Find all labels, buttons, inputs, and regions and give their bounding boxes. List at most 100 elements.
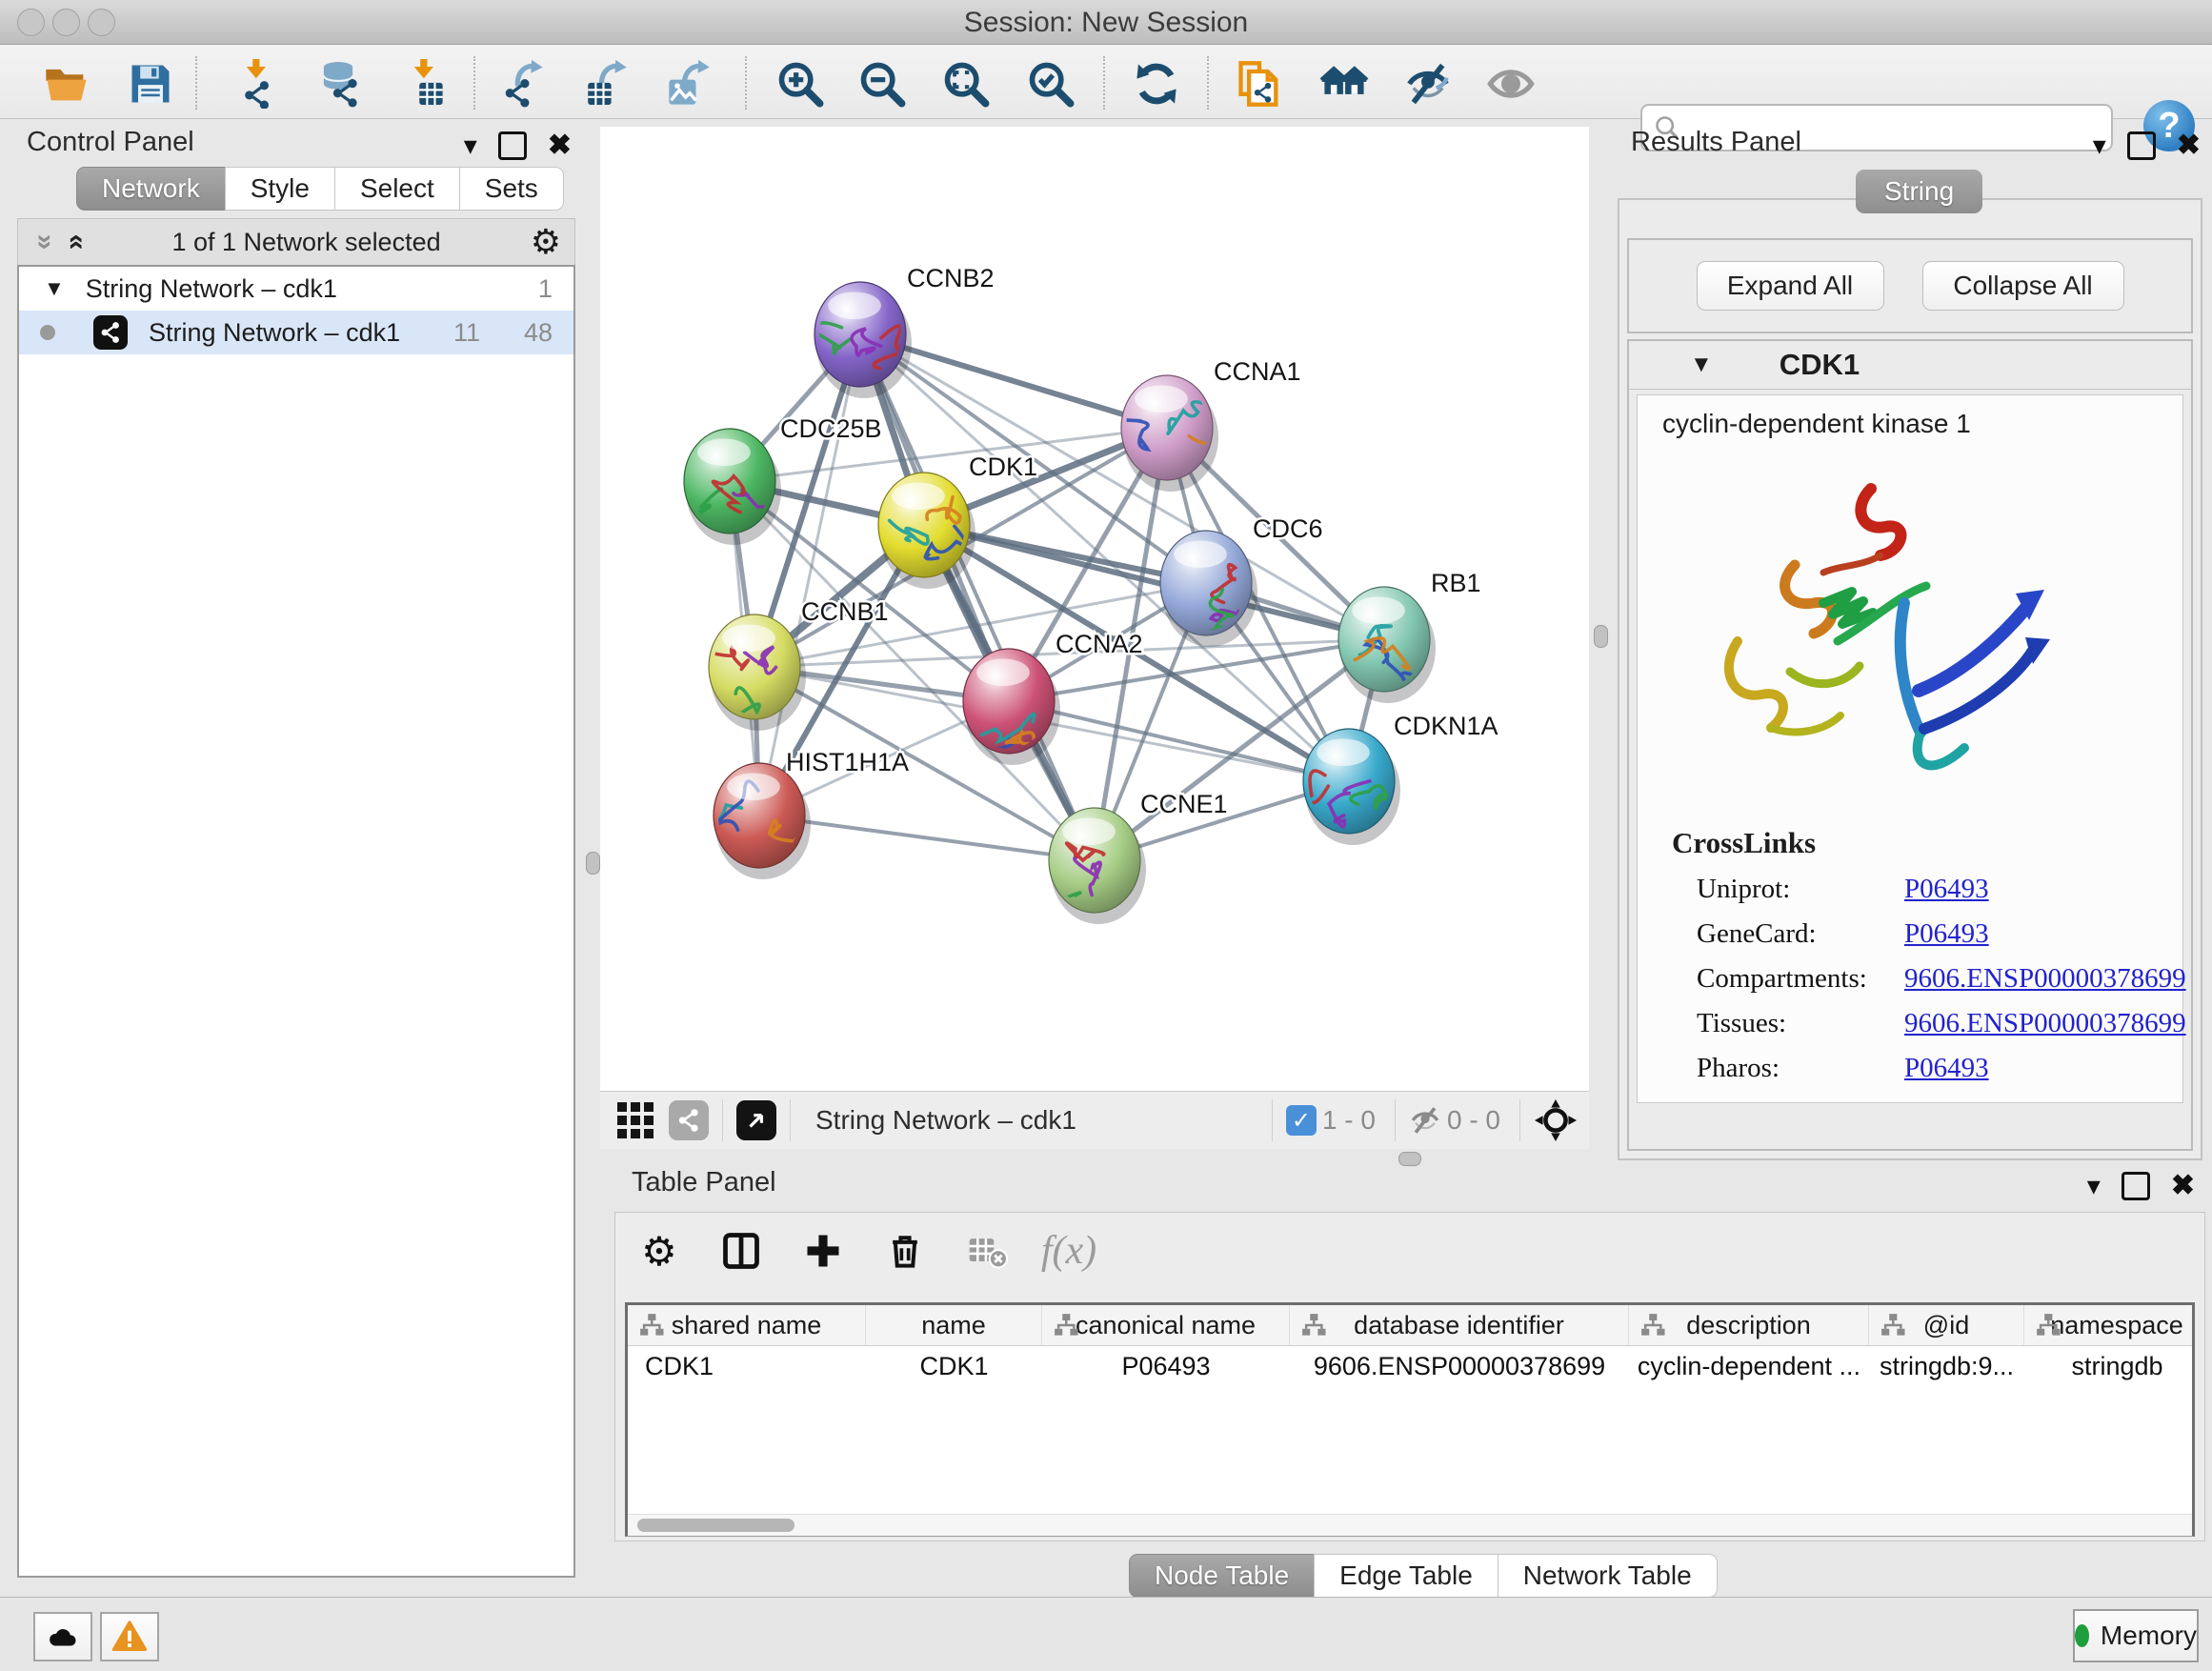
scrollbar-thumb[interactable] — [637, 1519, 794, 1532]
gene-card-header[interactable]: ▼ CDK1 — [1629, 341, 2191, 390]
expand-all-icon[interactable]: » — [58, 234, 90, 251]
crosslinks-section: CrossLinks Uniprot:P06493GeneCard:P06493… — [1672, 826, 2186, 1084]
create-column-icon[interactable] — [798, 1226, 848, 1276]
column-header-namespace[interactable]: namespace — [2024, 1305, 2195, 1345]
node-table: shared namenamecanonical namedatabase id… — [625, 1302, 2195, 1537]
hidden-count-icon[interactable] — [1409, 1104, 1441, 1137]
table-cell[interactable]: cyclin-dependent ... — [1629, 1346, 1869, 1386]
table-options-gear-icon[interactable]: ⚙ — [634, 1226, 684, 1276]
birds-eye-view-icon[interactable] — [617, 1102, 654, 1138]
network-node-ccnb2[interactable]: CCNB2 — [814, 264, 995, 398]
network-node-rb1[interactable]: RB1 — [1338, 569, 1481, 703]
bottom-splitter-handle[interactable] — [1398, 1152, 1421, 1166]
tab-style[interactable]: Style — [225, 167, 335, 211]
collection-expand-icon[interactable]: ▼ — [44, 276, 65, 301]
delete-column-icon[interactable] — [880, 1226, 930, 1276]
column-header-shared-name[interactable]: shared name — [628, 1305, 866, 1345]
tab-select[interactable]: Select — [334, 167, 460, 211]
float-panel-icon[interactable]: ▾ — [2093, 130, 2106, 161]
tab-node-table[interactable]: Node Table — [1129, 1554, 1315, 1598]
tab-edge-table[interactable]: Edge Table — [1314, 1554, 1498, 1598]
selected-count: 1 - 0 — [1322, 1105, 1376, 1136]
right-splitter-handle[interactable] — [1594, 625, 1608, 648]
table-row[interactable]: CDK1CDK1P064939606.ENSP00000378699cyclin… — [628, 1346, 2192, 1386]
network-node-hist1h1a[interactable]: HIST1H1A — [690, 748, 909, 879]
node-label: HIST1H1A — [786, 748, 909, 776]
close-panel-icon[interactable]: ✖ — [2177, 129, 2201, 162]
network-node-cdc6[interactable]: CDC6 — [1160, 514, 1323, 647]
string-home-button[interactable] — [1317, 57, 1371, 111]
network-status-bar: String Network – cdk1 ✓ 1 - 0 0 - 0 — [600, 1091, 1589, 1149]
crosslink-value-link[interactable]: 9606.ENSP00000378699 — [1904, 1008, 2186, 1039]
network-options-gear-icon[interactable]: ⚙ — [531, 222, 561, 262]
network-canvas[interactable]: CCNB2CCNA1CDC25BCDK1CDC6RB1CCNB1CCNA2CDK… — [600, 127, 1589, 1091]
import-network-file-button[interactable] — [231, 57, 285, 111]
maximize-panel-icon[interactable] — [2127, 131, 2156, 160]
crosslink-value-link[interactable]: P06493 — [1904, 874, 1989, 905]
crosslink-value-link[interactable]: P06493 — [1904, 918, 1989, 950]
zoom-fit-button[interactable] — [939, 57, 993, 111]
warning-status-button[interactable] — [100, 1612, 159, 1661]
float-panel-icon[interactable]: ▾ — [464, 130, 477, 161]
table-cell[interactable]: stringdb:9... — [1869, 1346, 2024, 1386]
hide-unhide-button[interactable] — [1401, 57, 1455, 111]
left-splitter-handle[interactable] — [586, 852, 600, 875]
tab-string[interactable]: String — [1856, 170, 1982, 213]
export-network-button[interactable] — [498, 57, 552, 111]
network-collection-row[interactable]: ▼ String Network – cdk1 1 — [19, 267, 573, 311]
close-panel-icon[interactable]: ✖ — [2171, 1169, 2195, 1202]
collapse-all-icon[interactable]: » — [29, 234, 61, 251]
import-network-database-button[interactable] — [312, 57, 365, 111]
close-panel-icon[interactable]: ✖ — [548, 129, 572, 162]
export-image-button[interactable] — [663, 57, 716, 111]
crosslinks-list: Uniprot:P06493GeneCard:P06493Compartment… — [1672, 874, 2186, 1084]
network-edge[interactable] — [860, 334, 1095, 860]
memory-button[interactable]: Memory — [2073, 1609, 2199, 1662]
show-columns-icon[interactable] — [716, 1226, 766, 1276]
table-cell[interactable]: stringdb — [2024, 1346, 2195, 1386]
maximize-panel-icon[interactable] — [498, 131, 527, 160]
cloud-status-button[interactable] — [33, 1612, 92, 1661]
zoom-in-button[interactable] — [774, 57, 827, 111]
gene-collapse-icon[interactable]: ▼ — [1690, 352, 1713, 378]
network-graph[interactable]: CCNB2CCNA1CDC25BCDK1CDC6RB1CCNB1CCNA2CDK… — [600, 127, 1589, 1091]
column-header-name[interactable]: name — [866, 1305, 1042, 1345]
table-cell[interactable]: 9606.ENSP00000378699 — [1290, 1346, 1629, 1386]
import-table-file-button[interactable] — [399, 57, 452, 111]
network-edge[interactable] — [759, 334, 860, 815]
crosslink-row: Uniprot:P06493 — [1672, 874, 2186, 905]
open-session-button[interactable] — [40, 57, 93, 111]
selected-count-icon[interactable]: ✓ — [1286, 1105, 1317, 1136]
table-cell[interactable]: P06493 — [1042, 1346, 1290, 1386]
column-header-database-identifier[interactable]: database identifier — [1290, 1305, 1629, 1345]
zoom-out-button[interactable] — [855, 57, 909, 111]
protein-structure-image — [1680, 451, 2052, 803]
column-header-canonical-name[interactable]: canonical name — [1042, 1305, 1290, 1345]
crosslink-value-link[interactable]: 9606.ENSP00000378699 — [1904, 963, 2186, 995]
table-cell[interactable]: CDK1 — [866, 1346, 1042, 1386]
save-session-button[interactable] — [124, 57, 177, 111]
expand-all-button[interactable]: Expand All — [1697, 261, 1884, 311]
string-import-button[interactable] — [1233, 57, 1286, 111]
column-header--id[interactable]: @id — [1869, 1305, 2024, 1345]
network-share-icon[interactable] — [669, 1100, 709, 1140]
horizontal-scrollbar[interactable] — [628, 1514, 2192, 1536]
float-panel-icon[interactable]: ▾ — [2087, 1170, 2101, 1201]
column-header-description[interactable]: description — [1629, 1305, 1869, 1345]
tab-sets[interactable]: Sets — [459, 167, 564, 211]
tab-network[interactable]: Network — [76, 167, 226, 211]
tab-network-table[interactable]: Network Table — [1498, 1554, 1718, 1598]
show-graphics-button[interactable] — [1484, 57, 1538, 111]
network-node-cdkn1a[interactable]: CDKN1A — [1300, 712, 1498, 845]
crosslink-value-link[interactable]: P06493 — [1904, 1053, 1989, 1084]
collapse-all-button[interactable]: Collapse All — [1922, 261, 2124, 311]
zoom-selected-button[interactable] — [1024, 57, 1077, 111]
fit-selected-icon[interactable] — [1534, 1098, 1578, 1142]
refresh-view-button[interactable] — [1130, 57, 1183, 111]
network-row[interactable]: String Network – cdk1 11 48 — [19, 311, 573, 354]
export-table-button[interactable] — [580, 57, 633, 111]
maximize-panel-icon[interactable] — [2122, 1172, 2150, 1200]
table-cell[interactable]: CDK1 — [628, 1346, 866, 1386]
network-node-cdk1[interactable]: CDK1 — [878, 453, 1037, 589]
open-in-window-icon[interactable] — [736, 1100, 776, 1140]
